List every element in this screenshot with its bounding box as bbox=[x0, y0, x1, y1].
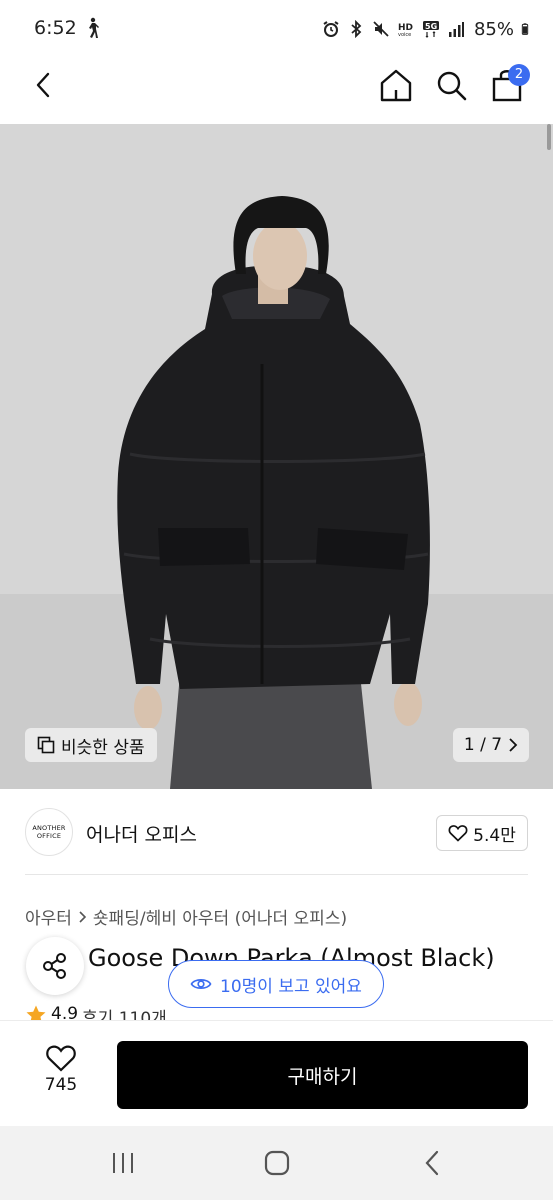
similar-products-button[interactable]: 비슷한 상품 bbox=[25, 728, 157, 762]
share-icon bbox=[43, 953, 66, 979]
image-pager[interactable]: 1 / 7 bbox=[453, 728, 529, 762]
bottom-action-bar: 745 구매하기 bbox=[0, 1020, 553, 1126]
scroll-indicator[interactable] bbox=[547, 124, 551, 150]
brand-logo[interactable]: ANOTHER OFFICE bbox=[25, 808, 73, 856]
similar-products-label: 비슷한 상품 bbox=[61, 737, 145, 758]
wishlist-button[interactable]: 745 bbox=[30, 1043, 92, 1107]
copy-icon bbox=[37, 736, 55, 754]
chevron-right-icon bbox=[79, 910, 87, 923]
top-navigation: 2 bbox=[0, 58, 553, 124]
cart-count-badge: 2 bbox=[508, 64, 530, 86]
home-button-icon[interactable] bbox=[263, 1149, 291, 1177]
mute-icon bbox=[373, 21, 389, 37]
brand-name[interactable]: 어나더 오피스 bbox=[86, 820, 197, 847]
heart-icon bbox=[46, 1045, 76, 1072]
chevron-left-icon[interactable] bbox=[30, 70, 58, 100]
cart-button[interactable]: 2 bbox=[490, 64, 530, 104]
battery-icon bbox=[521, 23, 529, 35]
chevron-right-icon bbox=[509, 738, 518, 752]
5g-icon: 5G bbox=[422, 21, 439, 38]
recent-apps-icon[interactable] bbox=[109, 1150, 137, 1176]
battery-percent: 85% bbox=[473, 18, 514, 40]
heart-icon bbox=[448, 825, 468, 842]
divider bbox=[25, 874, 528, 875]
image-page-indicator: 1 / 7 bbox=[463, 735, 503, 755]
system-back-icon[interactable] bbox=[421, 1149, 445, 1177]
brand-logo-line2: OFFICE bbox=[36, 832, 62, 840]
breadcrumb: 아우터 숏패딩/헤비 아우터 (어나더 오피스) bbox=[25, 904, 347, 929]
buy-button[interactable]: 구매하기 bbox=[117, 1041, 528, 1109]
viewers-pill: 10명이 보고 있어요 bbox=[168, 960, 384, 1008]
eye-icon bbox=[190, 979, 212, 989]
viewers-text: 10명이 보고 있어요 bbox=[220, 976, 362, 997]
home-icon[interactable] bbox=[378, 66, 414, 104]
walk-icon bbox=[89, 17, 99, 38]
brand-like-button[interactable]: 5.4만 bbox=[436, 815, 528, 851]
alarm-icon bbox=[323, 21, 339, 37]
search-icon[interactable] bbox=[434, 66, 470, 104]
brand-like-count: 5.4만 bbox=[473, 825, 516, 846]
system-navigation-bar bbox=[0, 1126, 553, 1200]
breadcrumb-item[interactable]: 숏패딩/헤비 아우터 (어나더 오피스) bbox=[93, 904, 347, 929]
product-image-gallery[interactable]: 비슷한 상품 1 / 7 bbox=[0, 124, 553, 789]
svg-text:voice: voice bbox=[398, 32, 411, 38]
status-icons: HD voice 5G 85% bbox=[322, 16, 533, 42]
brand-logo-line1: ANOTHER bbox=[32, 824, 66, 832]
signal-icon bbox=[448, 22, 464, 37]
share-button[interactable] bbox=[26, 937, 84, 995]
brand-row: ANOTHER OFFICE 어나더 오피스 5.4만 bbox=[0, 789, 553, 875]
status-time: 6:52 bbox=[34, 17, 77, 39]
svg-text:5G: 5G bbox=[425, 22, 437, 31]
product-photo bbox=[0, 124, 553, 789]
breadcrumb-item[interactable]: 아우터 bbox=[25, 904, 72, 929]
status-bar: 6:52 HD voice 5G 85% bbox=[0, 0, 553, 58]
hd-voice-icon: HDvoice bbox=[398, 23, 413, 38]
wishlist-count: 745 bbox=[44, 1075, 78, 1095]
bluetooth-icon bbox=[351, 20, 362, 38]
